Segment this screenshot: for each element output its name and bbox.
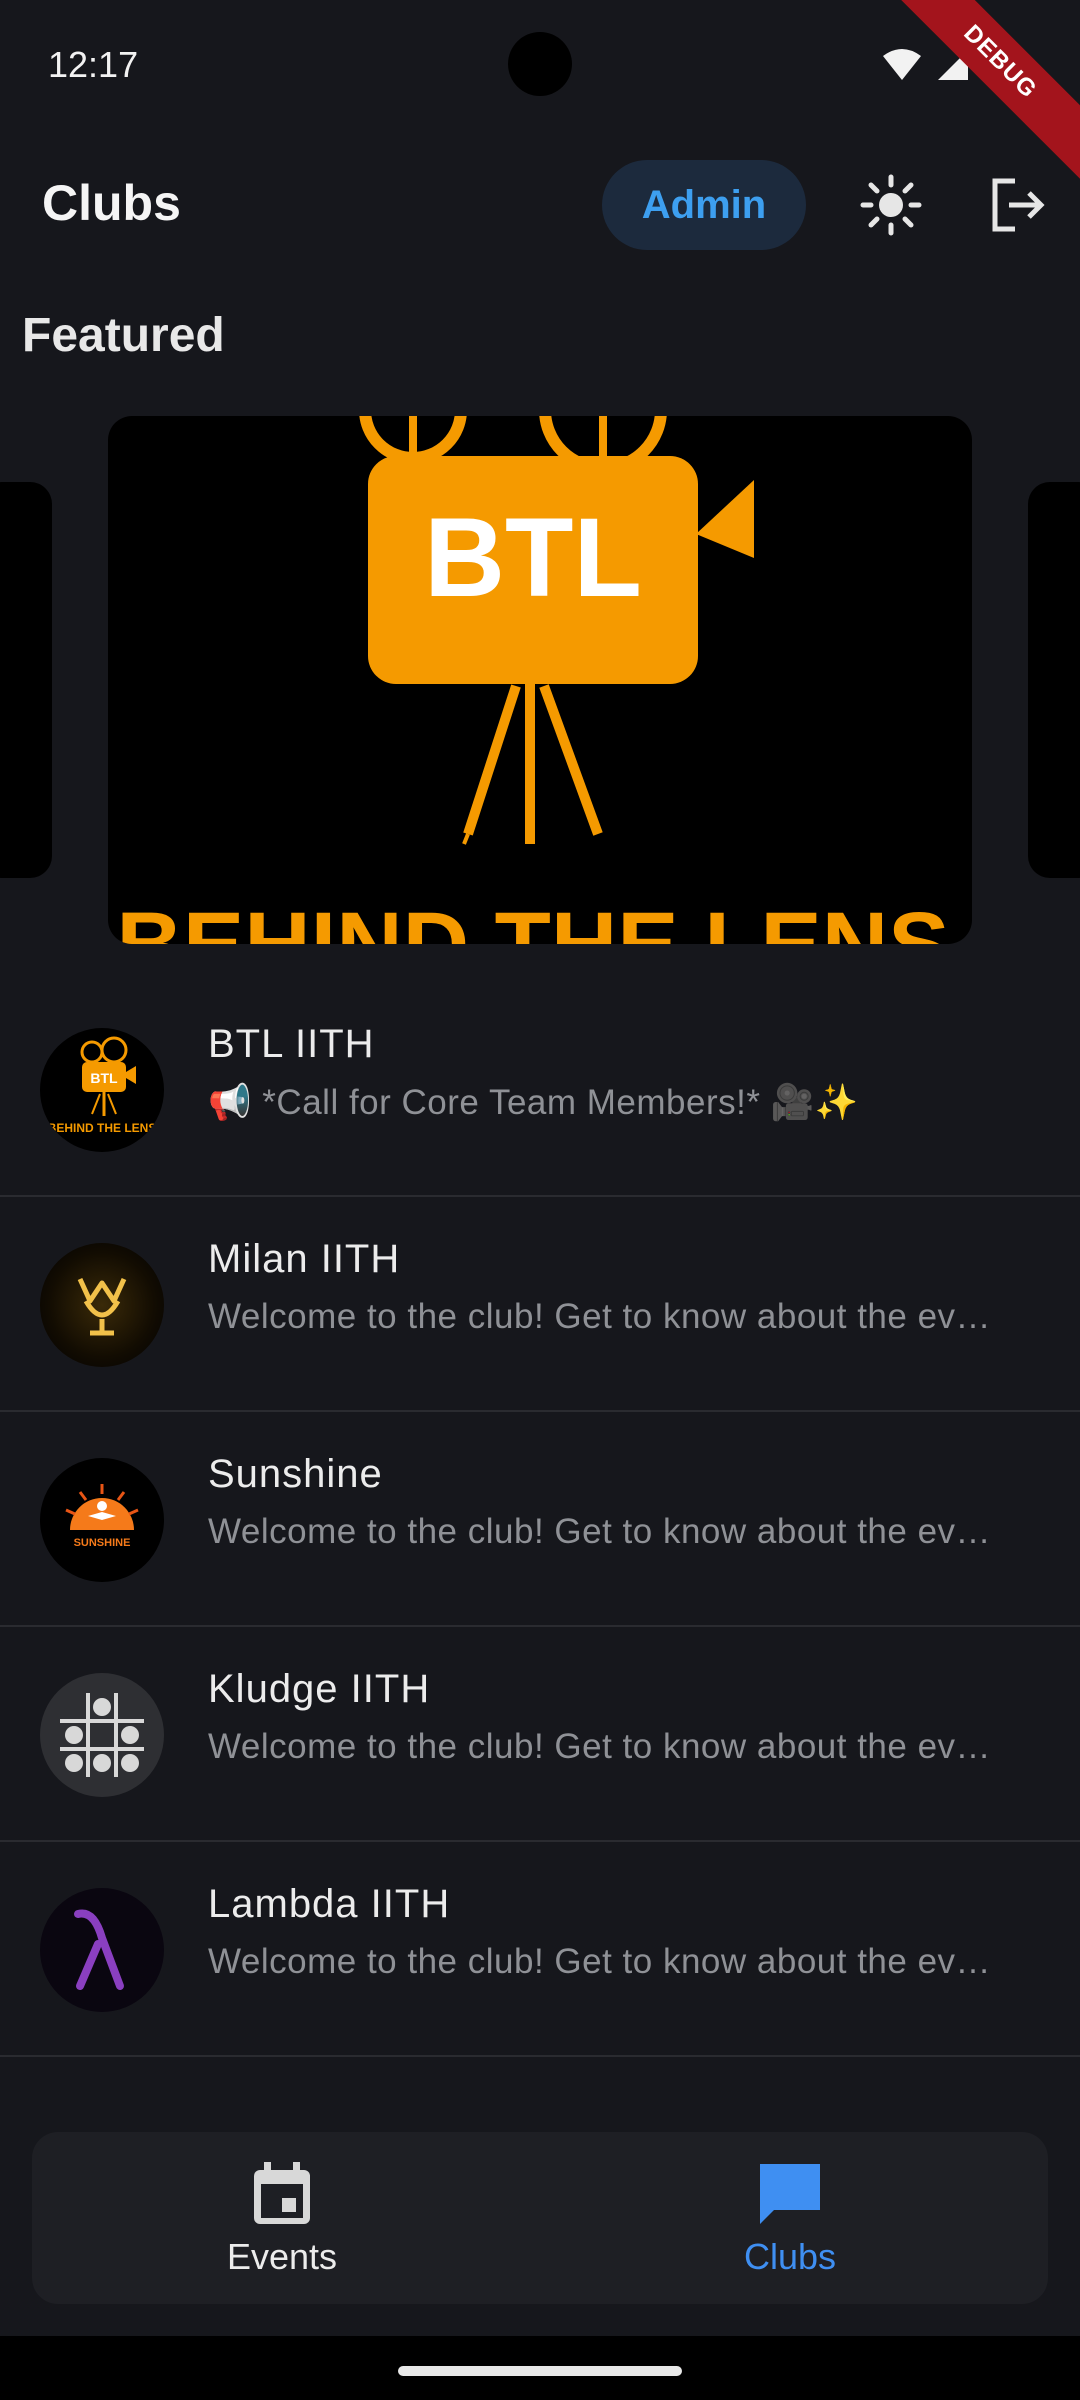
logout-icon [992,178,1045,232]
club-list: BTL BEHIND THE LENS BTL IITH 📢 *Call for… [0,982,1080,2057]
btl-banner-image: BTL BEHIND THE LENS [116,416,950,944]
bottom-navigation: Events Clubs [32,2132,1048,2304]
trophy-icon [77,1277,127,1336]
svg-text:SUNSHINE: SUNSHINE [74,1537,131,1549]
sunshine-logo-icon: SUNSHINE [65,1484,139,1549]
club-name: Lambda IITH [208,1882,451,1926]
btl-avatar: BTL BEHIND THE LENS [40,1028,164,1152]
sun-icon [860,174,922,236]
btl-logo-text: BTL [424,495,642,620]
chat-icon [760,2164,820,2224]
nav-events-label: Events [226,2236,338,2277]
gesture-area [0,2336,1080,2400]
club-last-message: 📢 *Call for Core Team Members!* 🎥✨ [208,1083,859,1122]
logout-button[interactable] [980,168,1054,242]
club-name: Milan IITH [208,1237,401,1281]
carousel-prev-card[interactable] [0,482,52,878]
svg-text:BTL: BTL [90,1070,118,1086]
featured-heading: Featured [22,309,225,362]
club-name: Sunshine [208,1452,383,1496]
theme-toggle-button[interactable] [854,168,928,242]
featured-card-btl[interactable]: BTL BEHIND THE LENS [108,416,972,944]
carousel-next-card[interactable] [1028,482,1080,878]
club-last-message: Welcome to the club! Get to know about t… [208,1942,1008,1981]
club-list-item[interactable]: Kludge IITH Welcome to the club! Get to … [0,1627,1080,1842]
club-last-message: Welcome to the club! Get to know about t… [208,1727,1008,1766]
club-list-item[interactable]: Lambda IITH Welcome to the club! Get to … [0,1842,1080,2057]
milan-avatar [40,1243,164,1367]
page-title: Clubs [42,175,181,231]
tic-tac-toe-icon [60,1693,144,1777]
club-list-item[interactable]: SUNSHINE Sunshine Welcome to the club! G… [0,1412,1080,1627]
club-list-item[interactable]: Milan IITH Welcome to the club! Get to k… [0,1197,1080,1412]
sunshine-avatar: SUNSHINE [40,1458,164,1582]
club-last-message: Welcome to the club! Get to know about t… [208,1512,1008,1551]
btl-banner-text: BEHIND THE LENS [116,894,949,944]
btl-logo-icon: BTL BEHIND THE LENS [48,1036,157,1135]
club-name: Kludge IITH [208,1667,431,1711]
featured-carousel[interactable]: BTL BEHIND THE LENS [0,416,1080,944]
lambda-icon [74,1909,124,1990]
club-name: BTL IITH [208,1022,375,1066]
wifi-icon [883,49,921,80]
admin-button[interactable]: Admin [602,160,806,250]
home-gesture-handle[interactable] [398,2366,682,2376]
status-bar: 12:17 DEBUG [0,0,1080,187]
nav-clubs-label: Clubs [743,2236,837,2277]
nav-clubs[interactable]: Clubs [540,2132,1040,2304]
status-time: 12:17 [48,44,139,85]
club-last-message: Welcome to the club! Get to know about t… [208,1297,1008,1336]
calendar-icon [254,2162,310,2224]
nav-events[interactable]: Events [32,2132,532,2304]
clubs-screen: 12:17 DEBUG Clubs Admin Featured BTL BTL… [0,0,1080,2400]
app-bar: Clubs Admin [0,140,1080,270]
camera-cutout [508,32,572,96]
kludge-avatar [40,1673,164,1797]
svg-text:BEHIND THE LENS: BEHIND THE LENS [48,1121,157,1135]
lambda-avatar [40,1888,164,2012]
club-list-item[interactable]: BTL BEHIND THE LENS BTL IITH 📢 *Call for… [0,982,1080,1197]
